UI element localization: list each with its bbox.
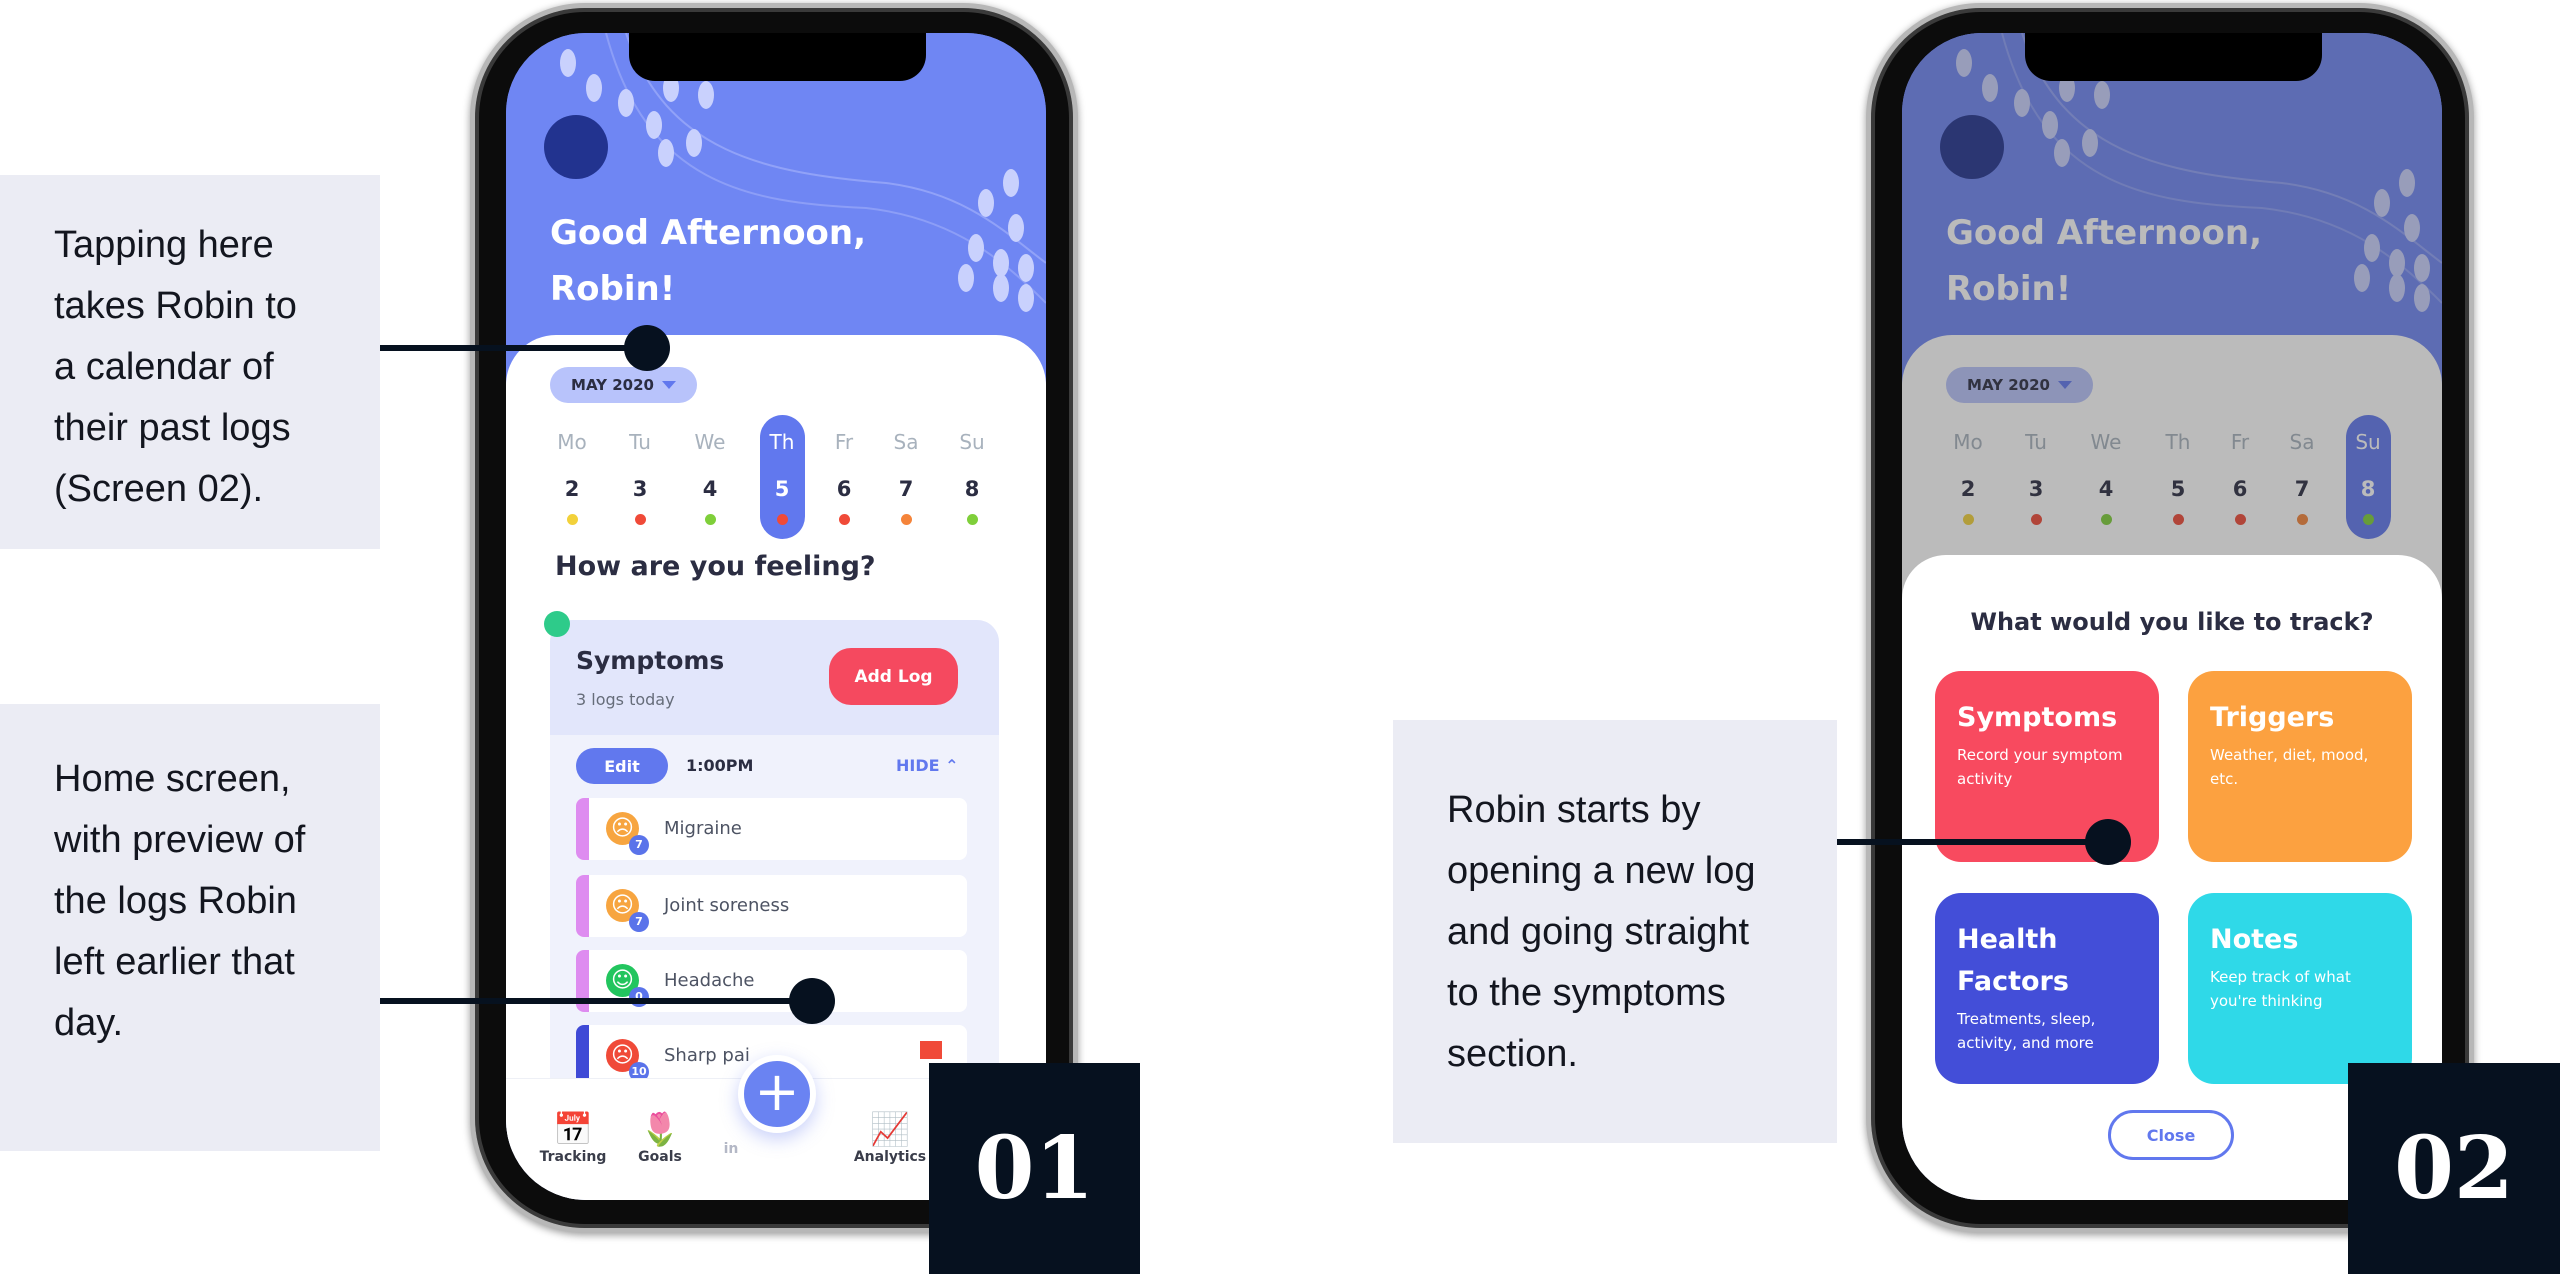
hide-label: HIDE: [896, 756, 940, 775]
day-label[interactable]: Mo: [542, 430, 602, 454]
greeting: Good Afternoon, Robin!: [550, 213, 867, 309]
track-tile-triggers[interactable]: Triggers Weather, diet, mood, etc.: [2188, 671, 2412, 862]
score-badge: 7: [629, 835, 649, 855]
month-label: MAY 2020: [571, 376, 654, 394]
nav-label: Analytics: [853, 1149, 927, 1165]
symptoms-card: Symptoms 3 logs today Add Log Edit 1:00P…: [550, 620, 999, 1090]
calendar-icon: 📅: [553, 1110, 593, 1148]
callout-new-log: Robin starts by opening a new log and go…: [1393, 720, 1837, 1143]
sheet-title: What would you like to track?: [1970, 608, 2374, 636]
flag-icon[interactable]: [920, 1041, 942, 1059]
chart-line-icon: 📈: [870, 1110, 910, 1148]
track-tile-health-factors[interactable]: Health Factors Treatments, sleep, activi…: [1935, 893, 2159, 1084]
symptoms-title: Symptoms: [576, 646, 725, 675]
tile-description: Record your symptom activity: [1957, 746, 2123, 788]
add-button[interactable]: +: [738, 1055, 816, 1133]
symptom-row[interactable]: ☹ 7 Joint soreness: [576, 875, 967, 937]
nav-hidden-item[interactable]: in: [681, 1141, 781, 1157]
day-label[interactable]: Sa: [876, 430, 936, 454]
connector-dot: [2085, 819, 2131, 865]
symptom-label: Migraine: [664, 818, 742, 839]
callout-text: Tapping here takes Robin to a calendar o…: [54, 224, 297, 510]
feeling-heading: How are you feeling?: [555, 551, 876, 582]
day-label[interactable]: We: [680, 430, 740, 454]
day-mood-dot: [635, 514, 646, 525]
day-label[interactable]: Tu: [610, 430, 670, 454]
callout-text: Robin starts by opening a new log and go…: [1447, 789, 1756, 1075]
day-number[interactable]: 3: [610, 477, 670, 501]
day-label[interactable]: Su: [942, 430, 1002, 454]
tile-description: Keep track of what you're thinking: [2210, 968, 2351, 1010]
day-number[interactable]: 5: [752, 477, 812, 501]
nav-label: in: [723, 1141, 739, 1157]
connector-line: [380, 998, 812, 1004]
day-mood-dot: [901, 514, 912, 525]
day-mood-dot: [839, 514, 850, 525]
day-mood-dot: [967, 514, 978, 525]
callout-calendar: Tapping here takes Robin to a calendar o…: [0, 175, 380, 549]
tile-description: Weather, diet, mood, etc.: [2210, 746, 2369, 788]
day-label[interactable]: Fr: [814, 430, 874, 454]
nav-tracking[interactable]: 📅 Tracking: [523, 1109, 623, 1165]
symptoms-subtitle: 3 logs today: [576, 690, 675, 709]
track-tile-notes[interactable]: Notes Keep track of what you're thinking: [2188, 893, 2412, 1084]
screen-number-02: 02: [2348, 1063, 2560, 1274]
score-badge: 7: [629, 912, 649, 932]
avatar[interactable]: [544, 115, 608, 179]
symptom-label: Sharp pai: [664, 1045, 750, 1066]
severity-bar: [576, 798, 589, 860]
nav-label: Tracking: [539, 1149, 607, 1165]
status-dot: [544, 611, 570, 637]
track-screen: Good Afternoon, Robin! MAY 2020 Mo 2 Tu 3…: [1902, 33, 2442, 1200]
month-dropdown[interactable]: MAY 2020: [550, 367, 697, 403]
tile-title: Symptoms: [1957, 702, 2118, 733]
home-screen: Good Afternoon, Robin! MAY 2020 Mo 2 Tu 3…: [506, 33, 1046, 1200]
day-number[interactable]: 6: [814, 477, 874, 501]
symptom-label: Joint soreness: [664, 895, 790, 916]
day-number[interactable]: 2: [542, 477, 602, 501]
nav-label: Goals: [638, 1149, 682, 1165]
day-number[interactable]: 4: [680, 477, 740, 501]
day-number[interactable]: 8: [942, 477, 1002, 501]
score-badge: 0: [629, 987, 649, 1007]
day-mood-dot: [567, 514, 578, 525]
phone-notch: [2025, 33, 2322, 81]
add-log-button[interactable]: Add Log: [829, 648, 958, 705]
severity-bar: [576, 875, 589, 937]
caret-down-icon: [661, 381, 676, 389]
callout-home: Home screen, with preview of the logs Ro…: [0, 704, 380, 1151]
tile-title: Notes: [2210, 924, 2299, 955]
connector-dot: [789, 978, 835, 1024]
day-mood-dot: [705, 514, 716, 525]
connector-dot: [624, 325, 670, 371]
plus-icon: +: [754, 1060, 800, 1123]
tile-title: Health Factors: [1957, 924, 2069, 997]
symptom-label: Headache: [664, 970, 755, 991]
edit-button[interactable]: Edit: [576, 748, 668, 784]
tile-description: Treatments, sleep, activity, and more: [1957, 1010, 2096, 1052]
close-button[interactable]: Close: [2108, 1110, 2234, 1160]
phone-notch: [629, 33, 926, 81]
screen-number-01: 01: [929, 1063, 1140, 1274]
hide-toggle[interactable]: HIDE ⌃: [896, 756, 959, 775]
tile-title: Triggers: [2210, 702, 2335, 733]
callout-text: Home screen, with preview of the logs Ro…: [54, 758, 306, 1044]
day-number[interactable]: 7: [876, 477, 936, 501]
chevron-up-icon: ⌃: [945, 756, 959, 775]
symptom-row[interactable]: ☹ 7 Migraine: [576, 798, 967, 860]
connector-line: [1837, 839, 2108, 845]
connector-line: [380, 345, 647, 351]
nav-analytics[interactable]: 📈 Analytics: [840, 1109, 940, 1165]
log-time: 1:00PM: [686, 756, 754, 775]
day-label[interactable]: Th: [752, 430, 812, 454]
day-mood-dot: [777, 514, 788, 525]
